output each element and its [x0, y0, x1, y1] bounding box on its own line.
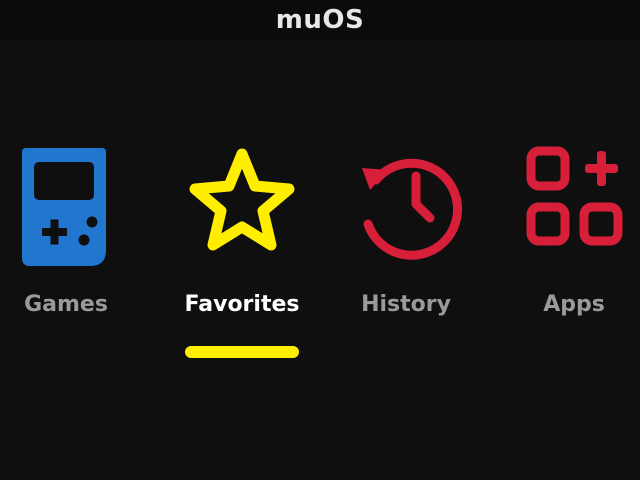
- menu-item-label: History: [361, 292, 451, 317]
- menu-item-label: Games: [24, 292, 108, 317]
- menu-item-favorites[interactable]: Favorites: [172, 146, 312, 366]
- history-icon: [362, 158, 463, 260]
- selection-indicator: [185, 346, 299, 358]
- menu-item-apps[interactable]: Apps: [504, 146, 640, 366]
- star-icon: [189, 148, 295, 251]
- menu-item-label: Apps: [543, 292, 605, 317]
- menu-item-games[interactable]: Games: [0, 146, 136, 366]
- top-bar: muOS: [0, 0, 640, 40]
- apps-grid-icon: [526, 146, 623, 246]
- main-menu: Games Favorites History Apps: [0, 40, 640, 480]
- menu-item-history[interactable]: History: [336, 146, 476, 366]
- app-title: muOS: [275, 5, 365, 35]
- gameboy-icon: [22, 148, 106, 266]
- menu-item-label: Favorites: [184, 292, 300, 317]
